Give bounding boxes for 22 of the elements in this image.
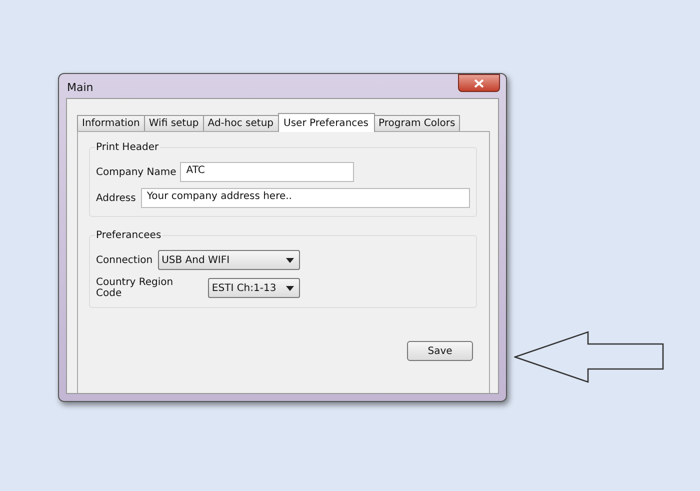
field-label: Company Name: [96, 166, 176, 178]
group-title: Print Header: [95, 142, 160, 153]
tab[interactable]: User Preferances: [278, 113, 375, 132]
close-icon: [474, 78, 484, 88]
dropdown[interactable]: ESTI Ch:1-13: [208, 278, 300, 298]
group-title: Preferancees: [95, 230, 162, 241]
tab[interactable]: Ad-hoc setup: [202, 115, 279, 131]
field-label: Address: [96, 192, 136, 204]
tab[interactable]: Wifi setup: [144, 115, 204, 131]
caret-icon: [286, 258, 294, 262]
dropdown-label: Connection: [96, 254, 153, 266]
left-arrow-icon: [514, 331, 666, 383]
text-field[interactable]: ATC: [180, 162, 354, 182]
dropdown[interactable]: USB And WIFI: [158, 250, 300, 270]
save-button[interactable]: Save: [407, 341, 473, 361]
close-button[interactable]: [458, 74, 500, 92]
tab[interactable]: Information: [77, 115, 145, 131]
text-field[interactable]: Your company address here..: [140, 188, 470, 208]
window-title: Main: [66, 80, 94, 94]
caret-icon: [286, 286, 294, 290]
dropdown-label: Country Region Code: [96, 277, 174, 299]
tab[interactable]: Program Colors: [374, 115, 460, 131]
